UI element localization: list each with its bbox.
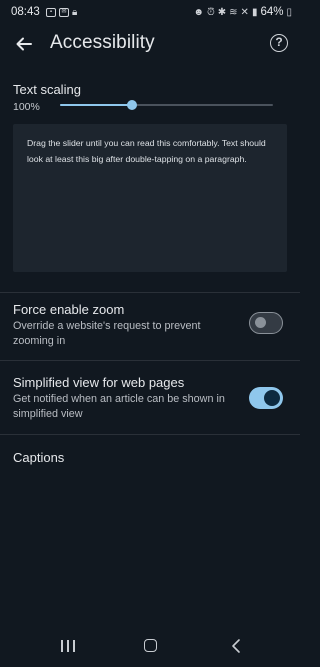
lock-icon: 🔒︎ <box>72 7 78 18</box>
simplified-view-subtitle: Get notified when an article can be show… <box>13 393 225 420</box>
alarm-icon: ⏰︎ <box>206 6 215 18</box>
mail-icon: ✉ <box>59 8 69 17</box>
mute-icon: ✕ <box>240 6 249 18</box>
nav-back-button[interactable] <box>229 638 243 654</box>
text-scaling-label: Text scaling <box>13 82 81 97</box>
force-zoom-title: Force enable zoom <box>13 302 125 317</box>
chevron-left-icon <box>232 639 240 653</box>
slider-thumb[interactable] <box>127 100 138 110</box>
divider <box>0 434 300 435</box>
recent-apps-button[interactable] <box>61 640 75 652</box>
status-right-icons: ☻ ⏰︎ ✱ ≋ ✕ ▮ 64% ▯ <box>193 6 292 18</box>
page-title: Accessibility <box>50 32 155 53</box>
toggle-knob <box>264 390 280 406</box>
arrow-back-icon <box>16 37 32 51</box>
back-button[interactable] <box>12 32 36 56</box>
divider <box>0 360 300 361</box>
status-left-icons: ▪ ✉ 🔒︎ <box>46 7 77 18</box>
slider-fill <box>60 104 133 106</box>
text-scaling-slider[interactable] <box>60 98 273 112</box>
divider <box>0 292 300 293</box>
preview-text: Drag the slider until you can read this … <box>27 138 266 164</box>
text-scaling-percent: 100% <box>13 101 40 113</box>
text-scaling-preview: Drag the slider until you can read this … <box>13 124 287 272</box>
simplified-view-title: Simplified view for web pages <box>13 375 185 390</box>
wifi-icon: ≋ <box>229 6 238 18</box>
gallery-icon: ▪ <box>46 8 56 17</box>
force-zoom-subtitle: Override a website's request to prevent … <box>13 320 201 347</box>
toggle-knob <box>255 317 266 328</box>
signal-icon: ▮ <box>251 6 258 18</box>
app-bar: Accessibility ? <box>0 26 300 64</box>
status-time: 08:43 <box>11 6 40 18</box>
home-button[interactable] <box>144 639 157 652</box>
simplified-view-toggle[interactable] <box>249 387 283 409</box>
battery-icon: ▯ <box>286 6 292 18</box>
robot-icon: ☻ <box>193 6 204 18</box>
help-icon[interactable]: ? <box>270 34 288 52</box>
navigation-bar <box>0 627 300 667</box>
battery-percent: 64% <box>260 6 284 18</box>
force-zoom-toggle[interactable] <box>249 312 283 334</box>
bluetooth-icon: ✱ <box>217 6 227 18</box>
status-bar: 08:43 ▪ ✉ 🔒︎ ☻ ⏰︎ ✱ ≋ ✕ ▮ 64% ▯ <box>0 0 300 26</box>
captions-item[interactable]: Captions <box>13 450 64 465</box>
